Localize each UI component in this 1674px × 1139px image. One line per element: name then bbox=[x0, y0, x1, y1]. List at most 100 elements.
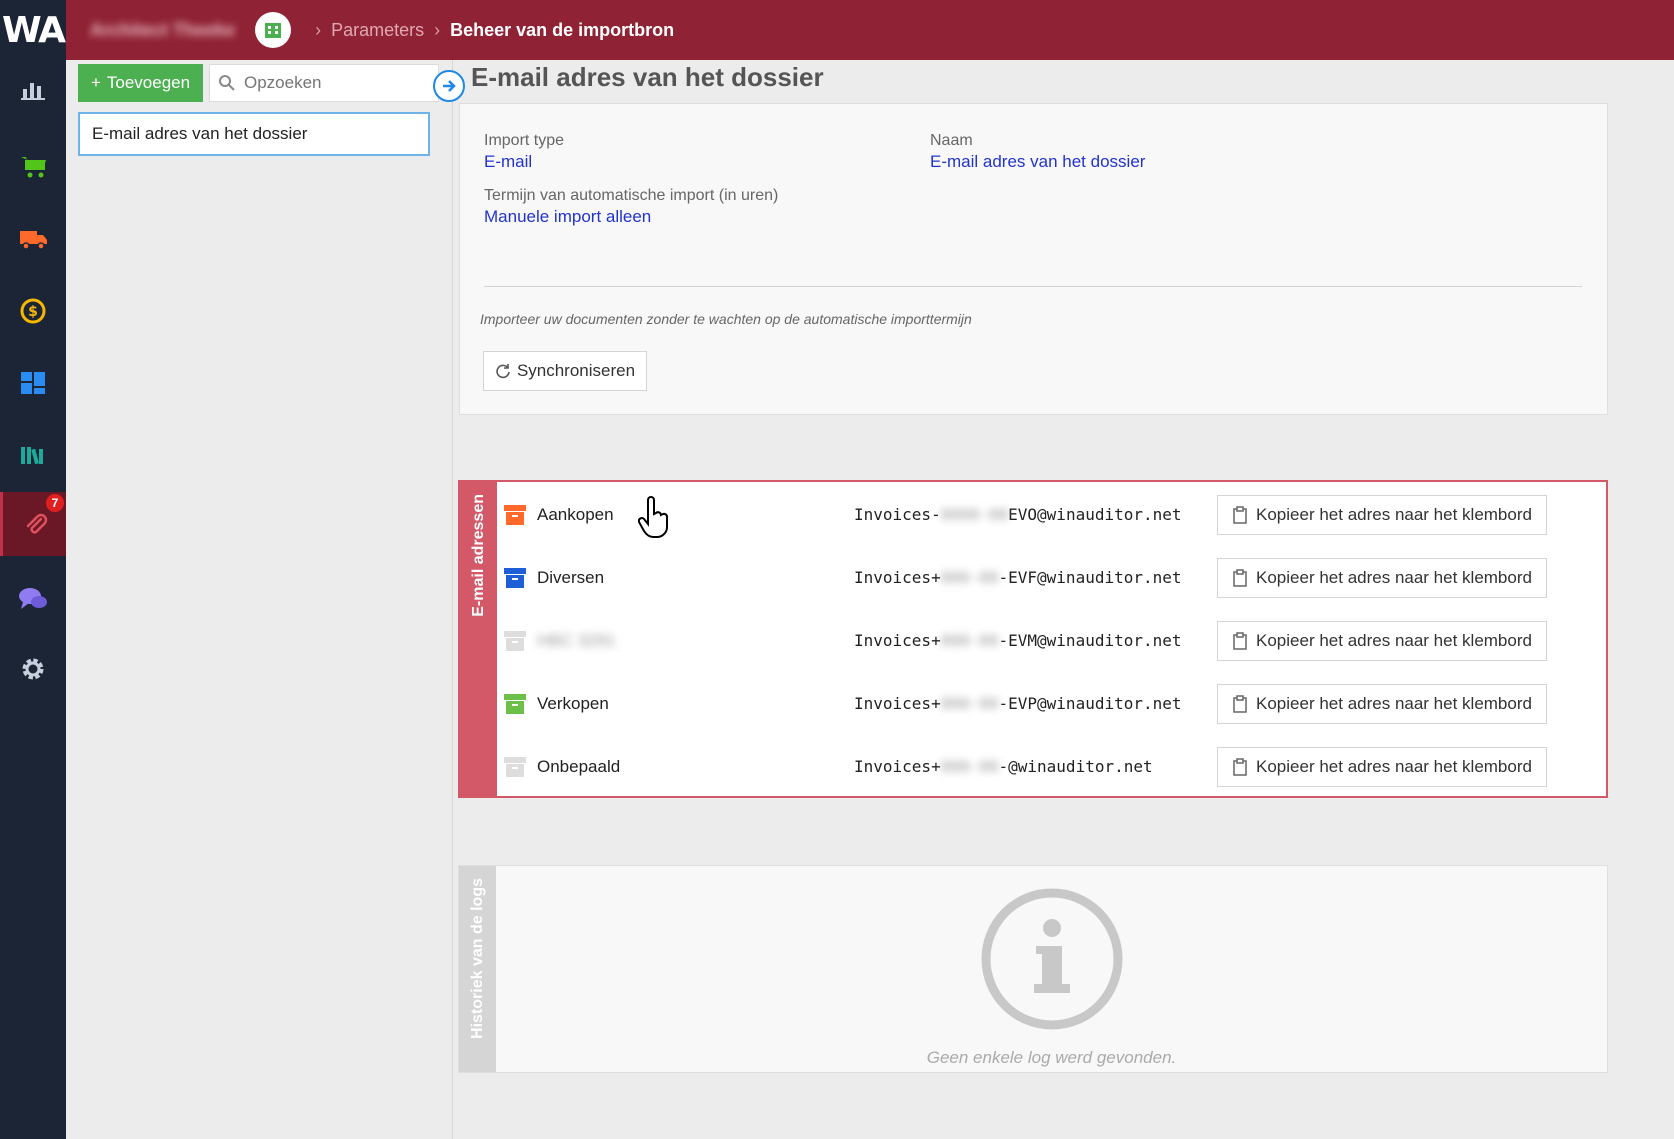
email-address: Invoices-0000-00EVO@winauditor.net bbox=[854, 505, 1182, 524]
name-value: E-mail adres van het dossier bbox=[930, 152, 1146, 171]
email-row: Verkopen Invoices+000-00-EVP@winauditor.n… bbox=[497, 674, 1606, 737]
journal-name: Aankopen bbox=[537, 505, 614, 524]
email-suffix: -@winauditor.net bbox=[998, 757, 1153, 776]
chat-icon bbox=[19, 588, 47, 609]
email-addresses-section: E-mail adressen Aankopen Invoices-0000-00… bbox=[458, 480, 1608, 798]
journal-name: HBC 3291 bbox=[537, 631, 616, 650]
nav-statistics[interactable] bbox=[0, 58, 66, 120]
copy-address-label: Kopieer het adres naar het klembord bbox=[1256, 694, 1532, 713]
email-masked-part: 000-00 bbox=[940, 694, 999, 713]
clipboard-icon bbox=[1233, 632, 1247, 650]
email-address: Invoices+000-00-@winauditor.net bbox=[854, 757, 1153, 776]
dollar-icon: $ bbox=[20, 298, 46, 324]
empty-log-message: Geen enkele log werd gevonden. bbox=[926, 1048, 1177, 1067]
notification-badge: 7 bbox=[46, 494, 64, 512]
list-item[interactable]: E-mail adres van het dossier bbox=[78, 112, 430, 156]
hand-cursor-icon bbox=[638, 496, 668, 538]
email-suffix: -EVF@winauditor.net bbox=[998, 568, 1182, 587]
breadcrumb-parameters[interactable]: Parameters bbox=[331, 20, 424, 41]
dashboard-icon bbox=[21, 372, 45, 394]
cart-icon bbox=[21, 157, 46, 178]
journal-name: Onbepaald bbox=[537, 757, 621, 776]
sync-icon bbox=[496, 364, 510, 379]
email-prefix: Invoices+ bbox=[854, 757, 941, 776]
log-history-section: Historiek van de logs Geen enkele log we… bbox=[458, 865, 1608, 1073]
email-row: HBC 3291 Invoices+000-00-EVM@winauditor.n… bbox=[497, 611, 1606, 674]
company-name[interactable]: Architect Theeke bbox=[90, 20, 235, 41]
copy-address-button[interactable]: Kopieer het adres naar het klembord bbox=[1217, 558, 1547, 598]
breadcrumb-current: Beheer van de importbron bbox=[450, 19, 675, 40]
email-masked-part: 000-00 bbox=[940, 568, 999, 587]
search-box bbox=[209, 64, 439, 102]
truck-icon bbox=[20, 231, 47, 250]
email-prefix: Invoices+ bbox=[854, 694, 941, 713]
email-address: Invoices+000-00-EVP@winauditor.net bbox=[854, 694, 1182, 713]
top-bar: Architect Theeke › Parameters › Beheer v… bbox=[66, 0, 1674, 60]
archive-box-icon bbox=[504, 568, 526, 588]
chart-icon bbox=[21, 83, 45, 100]
journal-name: Verkopen bbox=[537, 694, 609, 713]
email-masked-part: 000-00 bbox=[940, 757, 999, 776]
import-type-label: Import type bbox=[484, 132, 565, 149]
copy-address-button[interactable]: Kopieer het adres naar het klembord bbox=[1217, 684, 1547, 724]
nav-dashboard[interactable] bbox=[0, 352, 66, 414]
email-masked-part: 000-00 bbox=[940, 631, 999, 650]
copy-address-button[interactable]: Kopieer het adres naar het klembord bbox=[1217, 747, 1547, 787]
email-addresses-tab: E-mail adressen bbox=[460, 482, 497, 796]
copy-address-label: Kopieer het adres naar het klembord bbox=[1256, 505, 1532, 524]
chevron-right-icon: › bbox=[434, 19, 441, 40]
nav-settings[interactable] bbox=[0, 638, 66, 700]
copy-address-label: Kopieer het adres naar het klembord bbox=[1256, 757, 1532, 776]
copy-address-label: Kopieer het adres naar het klembord bbox=[1256, 631, 1532, 650]
books-icon bbox=[21, 447, 43, 465]
sync-button[interactable]: Synchroniseren bbox=[483, 351, 647, 391]
nav-chat[interactable] bbox=[0, 568, 66, 630]
collapse-panel-button[interactable] bbox=[433, 70, 465, 102]
email-row: Onbepaald Invoices+000-00-@winauditor.net… bbox=[497, 737, 1606, 800]
clipboard-icon bbox=[1233, 758, 1247, 776]
app-logo[interactable]: WA bbox=[0, 0, 66, 60]
nav-sales[interactable] bbox=[0, 136, 66, 198]
nav-library[interactable] bbox=[0, 424, 66, 486]
email-prefix: Invoices+ bbox=[854, 631, 941, 650]
archive-box-icon bbox=[504, 505, 526, 525]
term-value: Manuele import alleen bbox=[484, 207, 652, 226]
term-label: Termijn van automatische import (in uren… bbox=[484, 187, 779, 204]
add-button[interactable]: + Toevoegen bbox=[78, 64, 203, 102]
company-icon[interactable] bbox=[255, 12, 292, 48]
email-addresses-tab-label: E-mail adressen bbox=[469, 494, 487, 617]
import-source-details: Import type E-mail Naam E-mail adres van… bbox=[459, 103, 1608, 415]
nav-purchases[interactable] bbox=[0, 208, 66, 270]
search-input[interactable] bbox=[244, 73, 424, 93]
nav-attachments[interactable]: 7 bbox=[0, 492, 66, 556]
email-address: Invoices+000-00-EVM@winauditor.net bbox=[854, 631, 1182, 650]
email-prefix: Invoices- bbox=[854, 505, 941, 524]
sync-hint: Importeer uw documenten zonder te wachte… bbox=[480, 311, 972, 327]
add-button-label: Toevoegen bbox=[106, 73, 191, 92]
copy-address-label: Kopieer het adres naar het klembord bbox=[1256, 568, 1532, 587]
archive-box-icon bbox=[504, 694, 526, 714]
import-source-list-panel: + Toevoegen E-mail adres van het dossier bbox=[66, 60, 465, 1139]
email-row: Diversen Invoices+000-00-EVF@winauditor.n… bbox=[497, 548, 1606, 611]
email-prefix: Invoices+ bbox=[854, 568, 941, 587]
copy-address-button[interactable]: Kopieer het adres naar het klembord bbox=[1217, 495, 1547, 535]
copy-address-button[interactable]: Kopieer het adres naar het klembord bbox=[1217, 621, 1547, 661]
email-address: Invoices+000-00-EVF@winauditor.net bbox=[854, 568, 1182, 587]
log-history-tab-label: Historiek van de logs bbox=[468, 878, 486, 1039]
arrow-right-icon bbox=[443, 80, 456, 92]
main-nav-rail: WA $ 7 bbox=[0, 0, 66, 1139]
email-suffix: EVO@winauditor.net bbox=[1008, 505, 1182, 524]
clipboard-icon bbox=[1233, 695, 1247, 713]
log-history-tab: Historiek van de logs bbox=[459, 866, 496, 1072]
import-type-value: E-mail bbox=[484, 152, 533, 171]
paperclip-icon bbox=[26, 513, 47, 534]
archive-box-icon bbox=[504, 757, 526, 777]
building-icon bbox=[265, 23, 282, 38]
email-masked-part: 0000-00 bbox=[940, 505, 1009, 524]
archive-box-icon bbox=[504, 631, 526, 651]
clipboard-icon bbox=[1233, 506, 1247, 524]
divider bbox=[484, 286, 1582, 287]
nav-finance[interactable]: $ bbox=[0, 280, 66, 342]
page-title: E-mail adres van het dossier bbox=[471, 62, 824, 92]
svg-text:$: $ bbox=[28, 304, 38, 320]
